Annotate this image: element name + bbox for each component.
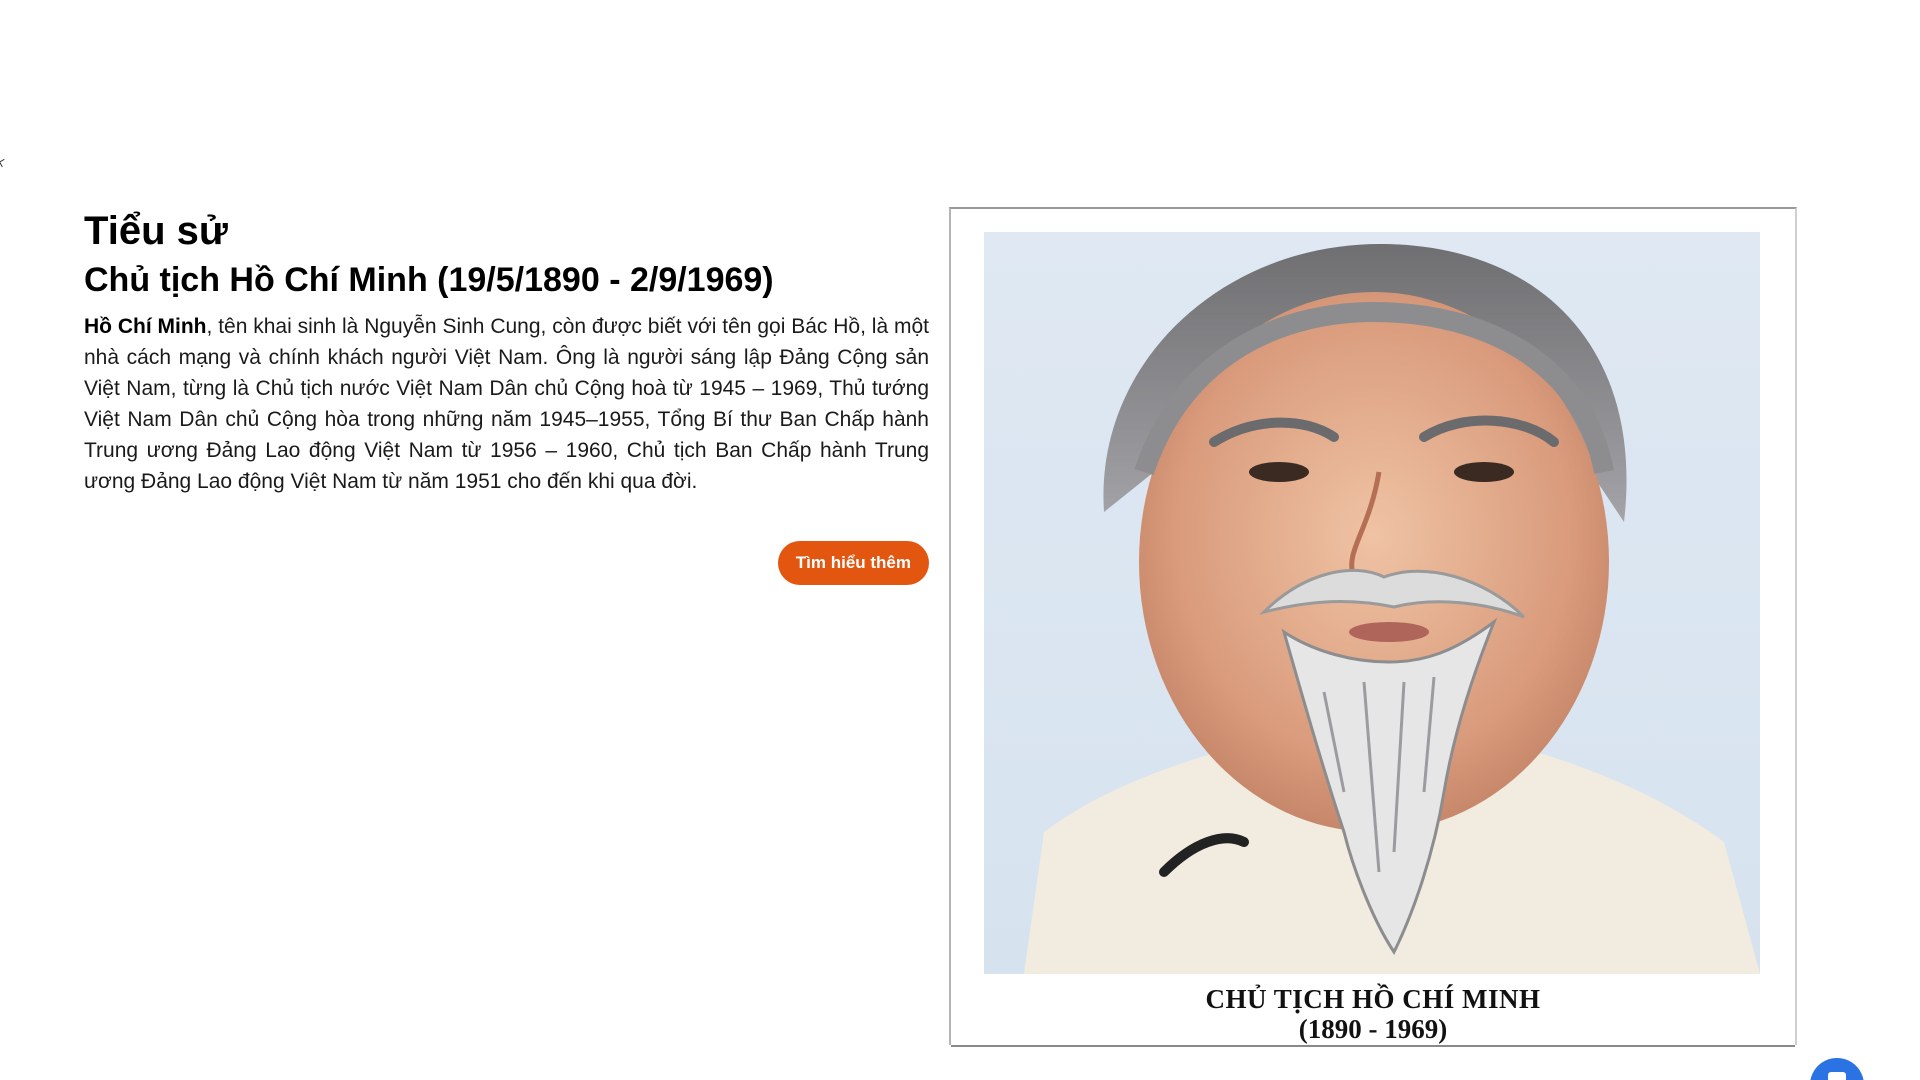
biography-body: , tên khai sinh là Nguyễn Sinh Cung, còn… [84,315,929,493]
learn-more-button[interactable]: Tìm hiểu thêm [777,541,929,585]
right-eye [1454,462,1514,482]
button-row: Tìm hiểu thêm [84,541,929,585]
lips [1349,622,1429,642]
caption-name: CHỦ TỊCH HỒ CHÍ MINH [1205,984,1541,1014]
biography-name: Hồ Chí Minh [84,315,207,338]
portrait-caption: CHỦ TỊCH HỒ CHÍ MINH (1890 - 1969) [951,984,1795,1044]
caption-years: (1890 - 1969) [1298,1014,1448,1044]
portrait-image [1024,243,1760,974]
corner-mark [0,158,8,168]
biography-text: Hồ Chí Minh, tên khai sinh là Nguyễn Sin… [84,311,929,497]
chat-bubble-icon [1828,1072,1846,1080]
portrait-photo [984,232,1760,974]
section-heading: Tiểu sử [84,209,228,253]
portrait-frame: CHỦ TỊCH HỒ CHÍ MINH (1890 - 1969) [949,207,1797,1047]
biography-section: Tiểu sử Chủ tịch Hồ Chí Minh (19/5/1890 … [84,205,929,585]
section-subheading: Chủ tịch Hồ Chí Minh (19/5/1890 - 2/9/19… [84,261,774,299]
chat-button[interactable] [1810,1058,1864,1080]
page: Tiểu sử Chủ tịch Hồ Chí Minh (19/5/1890 … [0,0,1920,1080]
left-eye [1249,462,1309,482]
